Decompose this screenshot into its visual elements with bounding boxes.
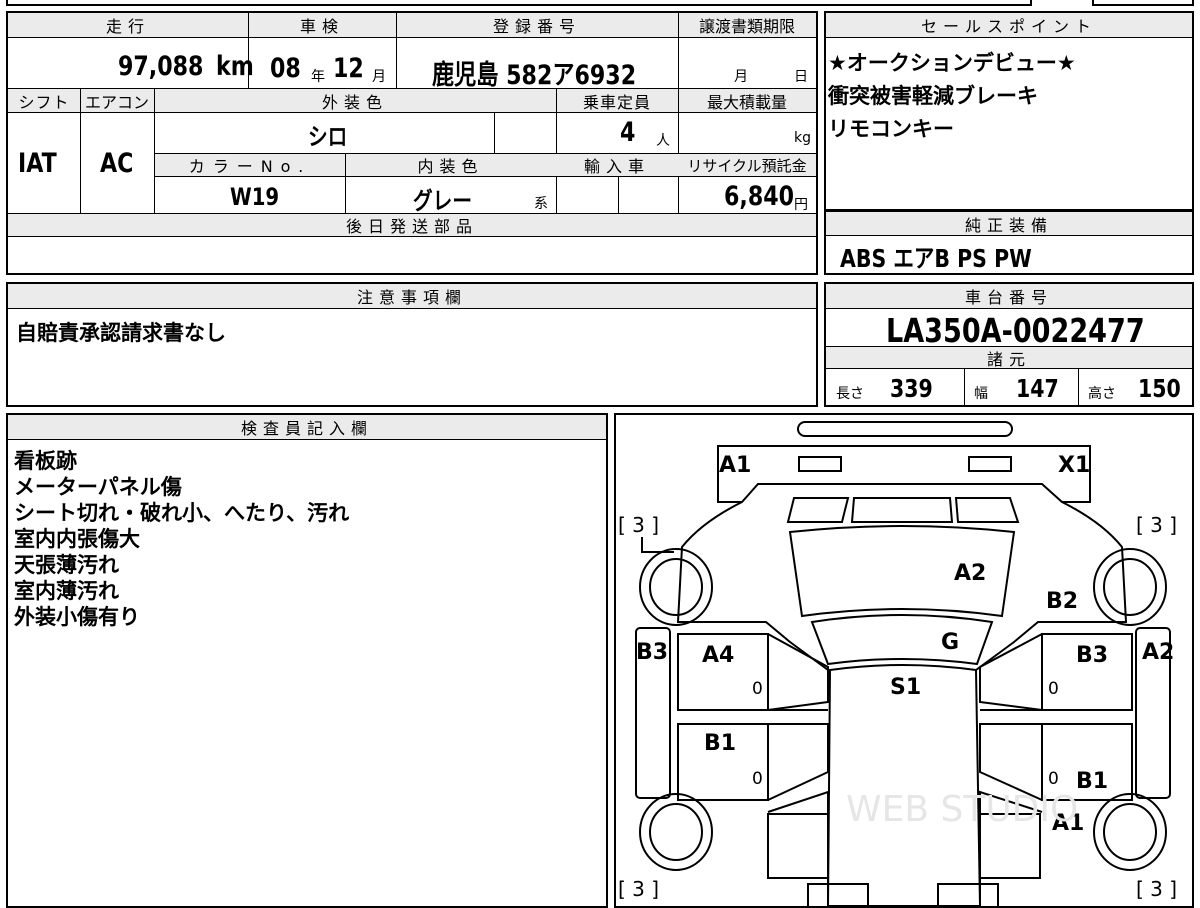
label-front-left: A1 (719, 453, 752, 478)
exterior-color-value: シロ (308, 123, 348, 151)
max-load-header: 最大積載量 (678, 89, 816, 113)
mileage-unit: km (216, 51, 254, 82)
zero-marker: 0 (752, 679, 763, 699)
sales-point-line: ★オークションデビュー★ (828, 51, 1076, 75)
later-parts-header: 後日発送部品 (8, 214, 816, 237)
label-hood: A2 (954, 561, 987, 586)
top-strip (0, 0, 1200, 10)
interior-color-suffix: 系 (534, 196, 548, 212)
tire-front-right-value: [ 3 ] (1136, 513, 1178, 537)
interior-color-header: 内装色 (345, 154, 556, 177)
tire-rear-left-value: [ 3 ] (618, 877, 660, 901)
color-no-header: カラーNo. (155, 154, 345, 177)
vehicle-info-table: 走行 車検 登録番号 譲渡書類期限 97,088 km 08 年 12 月 鹿児… (6, 11, 818, 275)
label-right-sill: A2 (1142, 640, 1175, 665)
shift-header: シフト (8, 89, 80, 113)
exterior-color-header: 外装色 (154, 89, 556, 113)
inspector-line: 外装小傷有り (14, 605, 140, 629)
height-label: 高さ (1088, 386, 1116, 402)
chassis-header: 車台番号 (826, 284, 1192, 309)
recycle-header: リサイクル預託金 (678, 154, 816, 177)
label-right-front-door: B3 (1076, 643, 1109, 668)
equipment-box: 純正装備 ABS エアB PS PW (824, 211, 1194, 275)
spec-header: 諸元 (826, 347, 1192, 369)
label-roof: S1 (890, 675, 922, 700)
transfer-header: 譲渡書類期限 (678, 13, 816, 38)
shift-value: IAT (18, 148, 57, 179)
interior-color-value: グレー (413, 187, 473, 215)
length-label: 長さ (836, 386, 864, 402)
notes-value: 自賠責承認請求書なし (16, 321, 226, 345)
capacity-value: 4 (620, 117, 636, 148)
equipment-header: 純正装備 (826, 211, 1192, 236)
label-left-sill: B3 (636, 640, 669, 665)
width-value: 147 (1016, 374, 1059, 403)
tire-front-left-value: [ 3 ] (618, 513, 660, 537)
import-header: 輸入車 (556, 154, 678, 177)
color-no-value: W19 (230, 183, 280, 211)
chassis-value: LA350A-0022477 (886, 311, 1145, 350)
label-glass: G (941, 630, 960, 655)
sales-point-line: リモコンキー (828, 117, 954, 141)
tire-rear-right-value: [ 3 ] (1136, 877, 1178, 901)
label-front-right: X1 (1058, 453, 1091, 478)
notes-header: 注意事項欄 (8, 284, 816, 309)
aircon-value: AC (100, 148, 134, 179)
inspection-month-unit: 月 (372, 69, 386, 85)
transfer-month-unit: 月 (734, 69, 748, 85)
inspection-year: 08 (270, 53, 301, 84)
sales-points-box: セールスポイント ★オークションデビュー★ 衝突被害軽減ブレーキ リモコンキー (824, 11, 1194, 211)
label-right-fender: B2 (1046, 589, 1079, 614)
inspector-header: 検査員記入欄 (8, 415, 606, 440)
inspection-month: 12 (333, 53, 364, 84)
inspection-header: 車検 (248, 13, 396, 38)
mileage-value: 97,088 (118, 51, 204, 82)
sales-point-line: 衝突被害軽減ブレーキ (828, 84, 1038, 108)
mileage-header: 走行 (8, 13, 248, 38)
height-value: 150 (1138, 374, 1181, 403)
transfer-day-unit: 日 (794, 69, 808, 85)
sales-points-header: セールスポイント (826, 13, 1192, 38)
capacity-header: 乗車定員 (556, 89, 678, 113)
capacity-unit: 人 (656, 133, 670, 149)
inspection-year-unit: 年 (311, 69, 325, 85)
inspector-box: 検査員記入欄 看板跡 メーターパネル傷 シート切れ・破れ小、へたり、汚れ 室内内… (6, 413, 608, 908)
recycle-unit: 円 (794, 197, 808, 213)
registration-header: 登録番号 (396, 13, 678, 38)
car-diagram: [ 3 ] [ 3 ] [ 3 ] [ 3 ] A1 X1 A2 B2 G B3… (614, 413, 1194, 908)
label-right-rear-door: B1 (1076, 769, 1109, 794)
equipment-value: ABS エアB PS PW (840, 244, 1032, 273)
label-front-door-left: A4 (702, 643, 735, 668)
registration-value: 鹿児島 582ア6932 (432, 60, 637, 91)
zero-marker: 0 (752, 769, 763, 789)
zero-marker: 0 (1048, 769, 1059, 789)
zero-marker: 0 (1048, 679, 1059, 699)
watermark: WEB STUDIO (846, 789, 1079, 830)
chassis-box: 車台番号 LA350A-0022477 諸元 長さ 339 幅 147 高さ 1… (824, 282, 1194, 407)
label-rear-door-left: B1 (704, 731, 737, 756)
notes-box: 注意事項欄 自賠責承認請求書なし (6, 282, 818, 407)
length-value: 339 (890, 374, 933, 403)
aircon-header: エアコン (80, 89, 154, 113)
max-load-unit: kg (794, 130, 811, 146)
width-label: 幅 (974, 386, 988, 402)
